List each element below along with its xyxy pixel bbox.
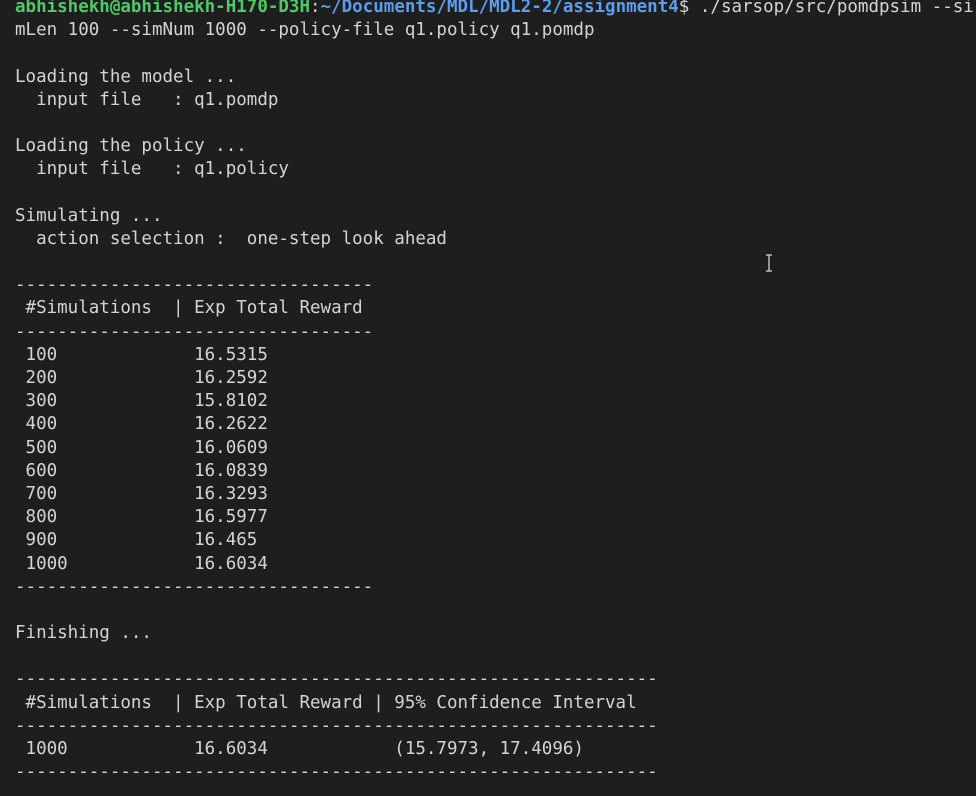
table1-separator-top: ---------------------------------- (15, 275, 374, 296)
table1-row: 400 16.2622 (15, 414, 268, 435)
table2-separator-header: ----------------------------------------… (15, 715, 658, 736)
loading-policy-text: Loading the policy ... (15, 136, 247, 157)
model-input-file-text: input file : q1.pomdp (15, 89, 279, 110)
table1-separator-bottom: ---------------------------------- (15, 576, 374, 597)
prompt-user-host: abhishekh@abhishekh-H170-D3H (15, 0, 311, 17)
table2-separator-bottom: ----------------------------------------… (15, 762, 658, 783)
table1-row: 300 15.8102 (15, 391, 268, 412)
prompt-path: ~/Documents/MDL/MDL2-2/assignment4 (320, 0, 679, 17)
table1-row: 900 16.465 (15, 530, 258, 551)
table1-row: 100 16.5315 (15, 344, 268, 365)
table1-row: 700 16.3293 (15, 483, 268, 504)
command-text-part1: ./sarsop/src/pomdpsim --si (699, 0, 974, 17)
policy-input-file-text: input file : q1.policy (15, 159, 289, 180)
table2-separator-top: ----------------------------------------… (15, 669, 658, 690)
action-selection-text: action selection : one-step look ahead (15, 228, 447, 249)
table1-row: 600 16.0839 (15, 460, 268, 481)
table1-row: 1000 16.6034 (15, 553, 268, 574)
terminal-window[interactable]: abhishekh@abhishekh-H170-D3H:~/Documents… (0, 0, 976, 796)
table1-header: #Simulations | Exp Total Reward (15, 298, 363, 319)
loading-model-text: Loading the model ... (15, 66, 237, 87)
table2-header: #Simulations | Exp Total Reward | 95% Co… (15, 692, 637, 713)
table1-row: 500 16.0609 (15, 437, 268, 458)
command-prompt-line: abhishekh@abhishekh-H170-D3H:~/Documents… (15, 0, 976, 19)
prompt-dollar: $ (678, 0, 700, 17)
table1-row: 200 16.2592 (15, 368, 268, 388)
text-cursor-icon (766, 254, 772, 272)
command-text-part2: mLen 100 --simNum 1000 --policy-file q1.… (15, 20, 595, 41)
table1-separator-header: ---------------------------------- (15, 321, 374, 342)
simulating-text: Simulating ... (15, 205, 163, 226)
table2-row: 1000 16.6034 (15.7973, 17.4096) (15, 739, 584, 759)
table1-row: 800 16.5977 (15, 507, 268, 528)
finishing-text: Finishing ... (15, 623, 152, 644)
prompt-colon: : (310, 0, 321, 17)
